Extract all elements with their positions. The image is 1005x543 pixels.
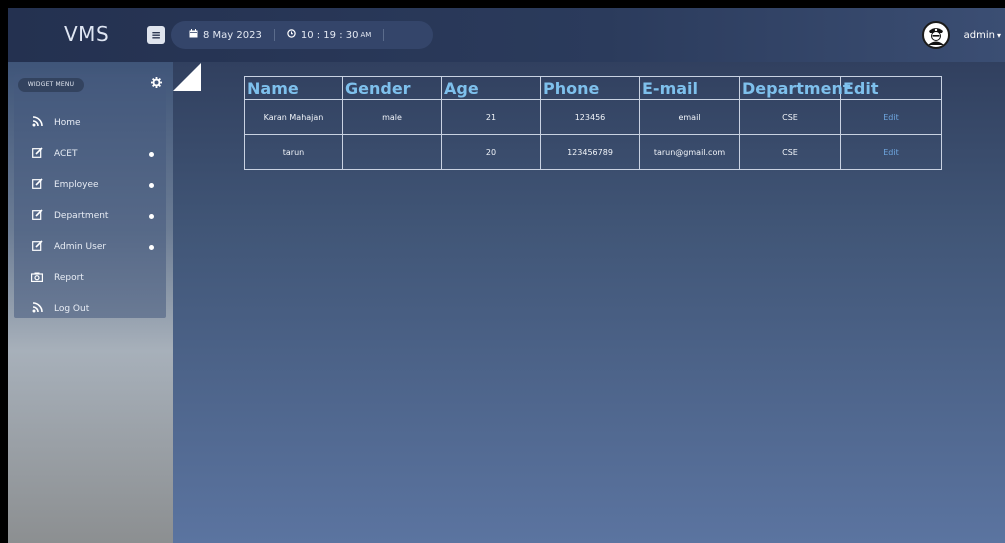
- cell-department: CSE: [739, 134, 841, 170]
- edit-link[interactable]: Edit: [840, 99, 942, 135]
- sidebar-item-label: Admin User: [54, 242, 107, 252]
- column-header-edit: Edit: [840, 76, 942, 100]
- app-window: VMS ≡ 8 May 2023 10 : 19 : 30 AM admin ▾…: [8, 8, 1005, 543]
- cell-department: CSE: [739, 99, 841, 135]
- top-bar: VMS ≡ 8 May 2023 10 : 19 : 30 AM admin ▾: [8, 8, 1005, 62]
- cell-age: 20: [441, 134, 541, 170]
- edit-link[interactable]: Edit: [840, 134, 942, 170]
- column-header-phone: Phone: [540, 76, 640, 100]
- sidebar-item-report[interactable]: Report: [14, 266, 166, 290]
- column-header-age: Age: [441, 76, 541, 100]
- sidebar-item-log-out[interactable]: Log Out: [14, 297, 166, 321]
- sidebar-item-admin-user[interactable]: Admin User: [14, 235, 166, 259]
- camera-icon: [30, 271, 44, 285]
- edit-icon: [30, 147, 44, 161]
- edit-icon: [30, 209, 44, 223]
- cell-email: tarun@gmail.com: [639, 134, 740, 170]
- column-header-email: E-mail: [639, 76, 740, 100]
- time-text: 10 : 19 : 30: [300, 29, 359, 41]
- widget-menu-panel: WIDGET MENU Home ACET Employee Departmen…: [14, 74, 166, 318]
- brand-logo[interactable]: VMS: [64, 22, 109, 46]
- column-header-name: Name: [244, 76, 343, 100]
- sidebar: WIDGET MENU Home ACET Employee Departmen…: [8, 62, 173, 543]
- date-time-bar: 8 May 2023 10 : 19 : 30 AM: [171, 21, 433, 49]
- sidebar-item-label: Report: [54, 273, 84, 283]
- table-row: tarun 20 123456789 tarun@gmail.com CSE E…: [244, 134, 942, 170]
- calendar-icon: [189, 29, 198, 41]
- cell-phone: 123456789: [540, 134, 640, 170]
- sidebar-item-label: ACET: [54, 149, 78, 159]
- time-display: 10 : 19 : 30 AM: [287, 29, 371, 41]
- time-divider: [383, 29, 385, 41]
- date-display: 8 May 2023: [189, 29, 262, 41]
- cell-phone: 123456: [540, 99, 640, 135]
- employee-table: Name Gender Age Phone E-mail Department …: [244, 76, 942, 170]
- main-content: Name Gender Age Phone E-mail Department …: [173, 62, 1005, 543]
- widget-menu-label: WIDGET MENU: [18, 78, 84, 92]
- corner-decoration: [173, 63, 201, 91]
- edit-icon: [30, 178, 44, 192]
- expand-dot-icon: [149, 152, 154, 157]
- cell-email: email: [639, 99, 740, 135]
- table-row: Karan Mahajan male 21 123456 email CSE E…: [244, 99, 942, 135]
- rss-icon: [30, 116, 44, 130]
- sidebar-item-label: Department: [54, 211, 109, 221]
- column-header-department: Department: [739, 76, 850, 100]
- sidebar-item-label: Employee: [54, 180, 99, 190]
- cell-name: tarun: [244, 134, 343, 170]
- sidebar-item-employee[interactable]: Employee: [14, 173, 166, 197]
- column-header-gender: Gender: [342, 76, 442, 100]
- edit-icon: [30, 240, 44, 254]
- police-avatar-icon: [927, 28, 944, 45]
- sidebar-item-acet[interactable]: ACET: [14, 142, 166, 166]
- sidebar-item-label: Home: [54, 118, 81, 128]
- cell-name: Karan Mahajan: [244, 99, 343, 135]
- sidebar-item-department[interactable]: Department: [14, 204, 166, 228]
- admin-menu[interactable]: admin ▾: [921, 21, 1001, 49]
- cell-gender: [342, 134, 442, 170]
- expand-dot-icon: [149, 245, 154, 250]
- admin-username[interactable]: admin: [964, 30, 995, 41]
- rss-icon: [30, 302, 44, 316]
- expand-dot-icon: [149, 183, 154, 188]
- time-suffix: AM: [360, 31, 372, 39]
- sidebar-item-home[interactable]: Home: [14, 111, 166, 135]
- table-header-row: Name Gender Age Phone E-mail Department …: [244, 76, 942, 100]
- date-time-divider: [273, 29, 275, 41]
- chevron-down-icon[interactable]: ▾: [997, 31, 1001, 40]
- cell-age: 21: [441, 99, 541, 135]
- menu-toggle-button[interactable]: ≡: [147, 26, 165, 44]
- cell-gender: male: [342, 99, 442, 135]
- expand-dot-icon: [149, 214, 154, 219]
- clock-icon: [287, 29, 296, 41]
- gear-icon[interactable]: [151, 77, 162, 92]
- avatar[interactable]: [921, 21, 950, 49]
- sidebar-item-label: Log Out: [54, 304, 90, 314]
- date-text: 8 May 2023: [203, 29, 262, 41]
